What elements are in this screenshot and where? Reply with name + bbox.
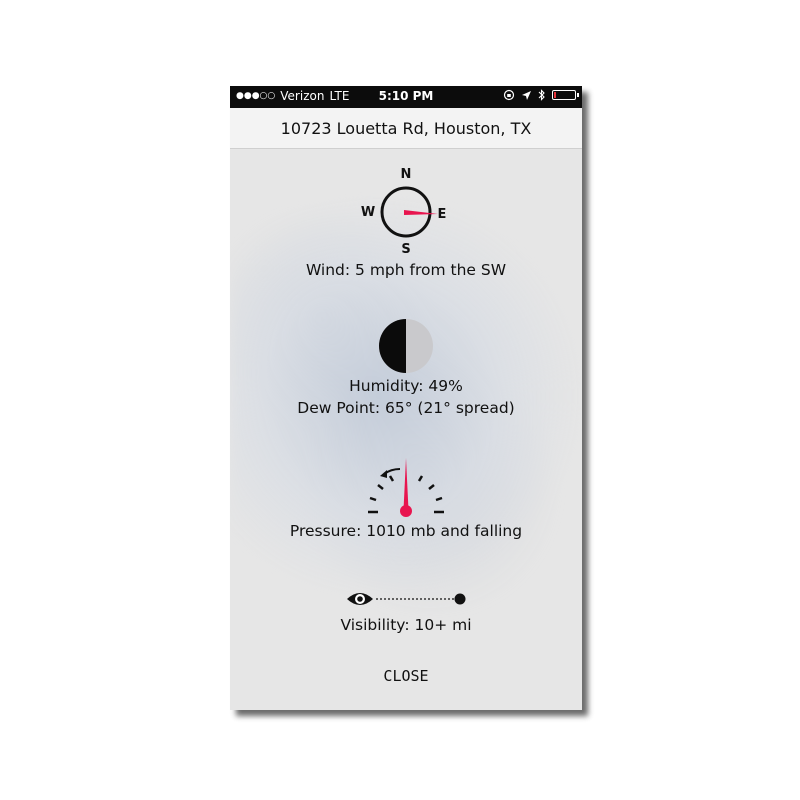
compass-east: E [438, 207, 447, 222]
close-button[interactable]: CLOSE [356, 662, 456, 690]
compass-icon: N S W E [361, 167, 447, 256]
humidity-label: Humidity: 49% [349, 377, 463, 395]
pressure-label: Pressure: 1010 mb and falling [289, 522, 523, 540]
wind-label: Wind: 5 mph from the SW [305, 261, 507, 279]
visibility-label: Visibility: 10+ mi [340, 616, 472, 634]
phone-screen: ●●●○○ Verizon LTE 5:10 PM 10723 Louetta … [230, 86, 582, 710]
humidity-icon [379, 319, 433, 373]
battery-icon [552, 90, 579, 100]
location-title: 10723 Louetta Rd, Houston, TX [280, 118, 532, 138]
compass-south: S [401, 242, 410, 256]
location-header: 10723 Louetta Rd, Houston, TX [230, 108, 582, 149]
status-bar: ●●●○○ Verizon LTE 5:10 PM [230, 86, 582, 108]
battery-fill [554, 92, 556, 98]
pressure-needle-icon [403, 458, 409, 510]
rotation-lock-icon [503, 89, 515, 101]
dewpoint-label: Dew Point: 65° (21° spread) [297, 399, 515, 417]
location-arrow-icon [522, 90, 531, 100]
status-right [503, 89, 579, 101]
compass-west: W [361, 205, 375, 220]
bluetooth-icon [538, 89, 545, 101]
visibility-icon [347, 593, 466, 605]
wind-direction-needle-icon [404, 210, 438, 215]
pressure-gauge-icon [368, 458, 444, 517]
compass-north: N [401, 167, 412, 182]
